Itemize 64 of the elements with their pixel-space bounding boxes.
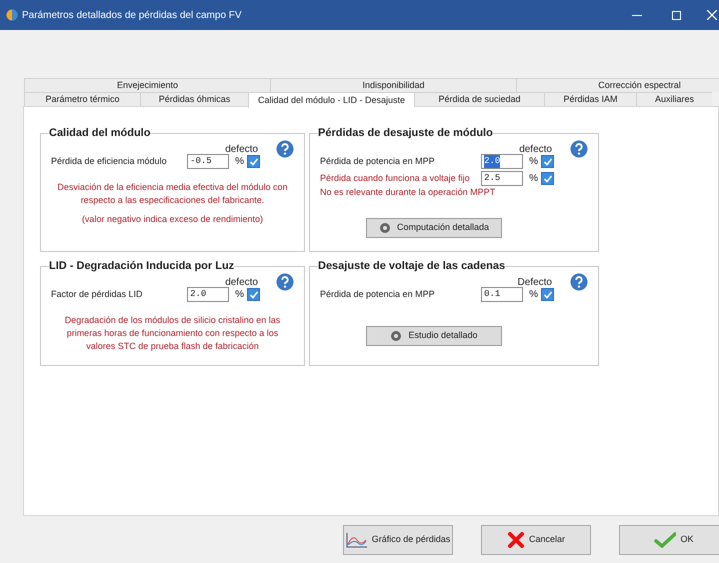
note-text: No es relevante durante la operación MPPT — [320, 186, 496, 199]
default-label: Defecto — [518, 276, 552, 290]
footer-button[interactable]: OK — [619, 525, 719, 555]
tab[interactable]: Calidad del módulo - LID - Desajuste — [248, 92, 414, 108]
note-text: Degradación de los módulos de silicio cristalino en las primeras horas de funcionamiento con respecto a los valores STC de prueba flash de fabricación — [64, 314, 282, 353]
value-text: 2.0 — [484, 154, 500, 168]
footer-button[interactable]: Cancelar — [481, 525, 591, 555]
default-checkbox[interactable] — [247, 288, 260, 301]
value-field[interactable]: 2.0 — [481, 154, 524, 169]
group-title: Desajuste de voltaje de las cadenas — [318, 259, 506, 273]
default-checkbox[interactable] — [541, 155, 554, 168]
gear-icon — [390, 330, 402, 342]
group-title: Pérdidas de desajuste de módulo — [318, 126, 493, 140]
close-icon[interactable] — [707, 10, 717, 20]
tab[interactable]: Auxiliares — [636, 92, 712, 106]
detail-button[interactable]: Estudio detallado — [366, 326, 502, 346]
value-field[interactable]: 0.1 — [481, 287, 524, 302]
maximize-icon[interactable] — [672, 10, 681, 20]
tab[interactable]: Envejecimiento — [24, 78, 270, 92]
value-text: -0.5 — [190, 154, 212, 168]
gear-icon — [378, 222, 391, 234]
app-icon — [6, 9, 18, 21]
help-icon[interactable] — [570, 140, 588, 158]
tab[interactable]: Pérdida de suciedad — [414, 92, 544, 106]
unit-label: % — [529, 155, 538, 169]
tab[interactable]: Parámetro térmico — [24, 92, 140, 106]
value-field[interactable]: -0.5 — [187, 154, 230, 169]
tab[interactable]: Indisponibilidad — [270, 78, 516, 92]
field-label: Pérdida cuando funciona a voltaje fijo — [320, 172, 471, 185]
help-icon[interactable] — [276, 140, 294, 158]
value-field[interactable]: 2.5 — [481, 171, 524, 186]
field-label: Factor de pérdidas LID — [51, 288, 144, 301]
tab[interactable]: Pérdidas óhmicas — [140, 92, 248, 106]
help-icon[interactable] — [570, 273, 588, 291]
footer-button[interactable]: Gráfico de pérdidas — [343, 525, 453, 555]
field-label: Pérdida de potencia en MPP — [320, 288, 436, 301]
check-icon — [654, 532, 676, 548]
unit-label: % — [529, 172, 538, 186]
value-text: 2.5 — [484, 172, 500, 185]
detail-button[interactable]: Computación detallada — [366, 218, 502, 238]
value-field[interactable]: 2.0 — [187, 287, 230, 302]
minimize-icon[interactable] — [632, 14, 642, 16]
help-icon[interactable] — [276, 273, 294, 291]
default-checkbox[interactable] — [247, 155, 260, 168]
tab[interactable]: Pérdidas IAM — [544, 92, 636, 106]
group-title: LID - Degradación Inducida por Luz — [49, 259, 234, 273]
tab[interactable]: Corrección espectral — [516, 78, 719, 92]
note-text: (valor negativo indica exceso de rendimiento) — [80, 213, 264, 226]
unit-label: % — [529, 288, 538, 302]
close-icon — [506, 532, 525, 548]
default-checkbox[interactable] — [541, 288, 554, 301]
default-checkbox[interactable] — [541, 172, 554, 185]
value-text: 0.1 — [484, 288, 500, 301]
chart-icon — [346, 532, 368, 548]
unit-label: % — [235, 288, 244, 302]
default-label: defecto — [225, 276, 258, 290]
default-label: defecto — [519, 143, 552, 157]
note-text: Desviación de la eficiencia media efectiva del módulo con respecto a las especificaciones del fabricante. — [56, 181, 289, 207]
unit-label: % — [235, 155, 244, 169]
field-label: Pérdida de potencia en MPP — [320, 154, 436, 168]
default-label: defecto — [225, 143, 258, 157]
field-label: Pérdida de eficiencia módulo — [51, 154, 168, 168]
window-title: Parámetros detallados de pérdidas del campo FV — [22, 8, 243, 22]
value-text: 2.0 — [190, 288, 206, 301]
